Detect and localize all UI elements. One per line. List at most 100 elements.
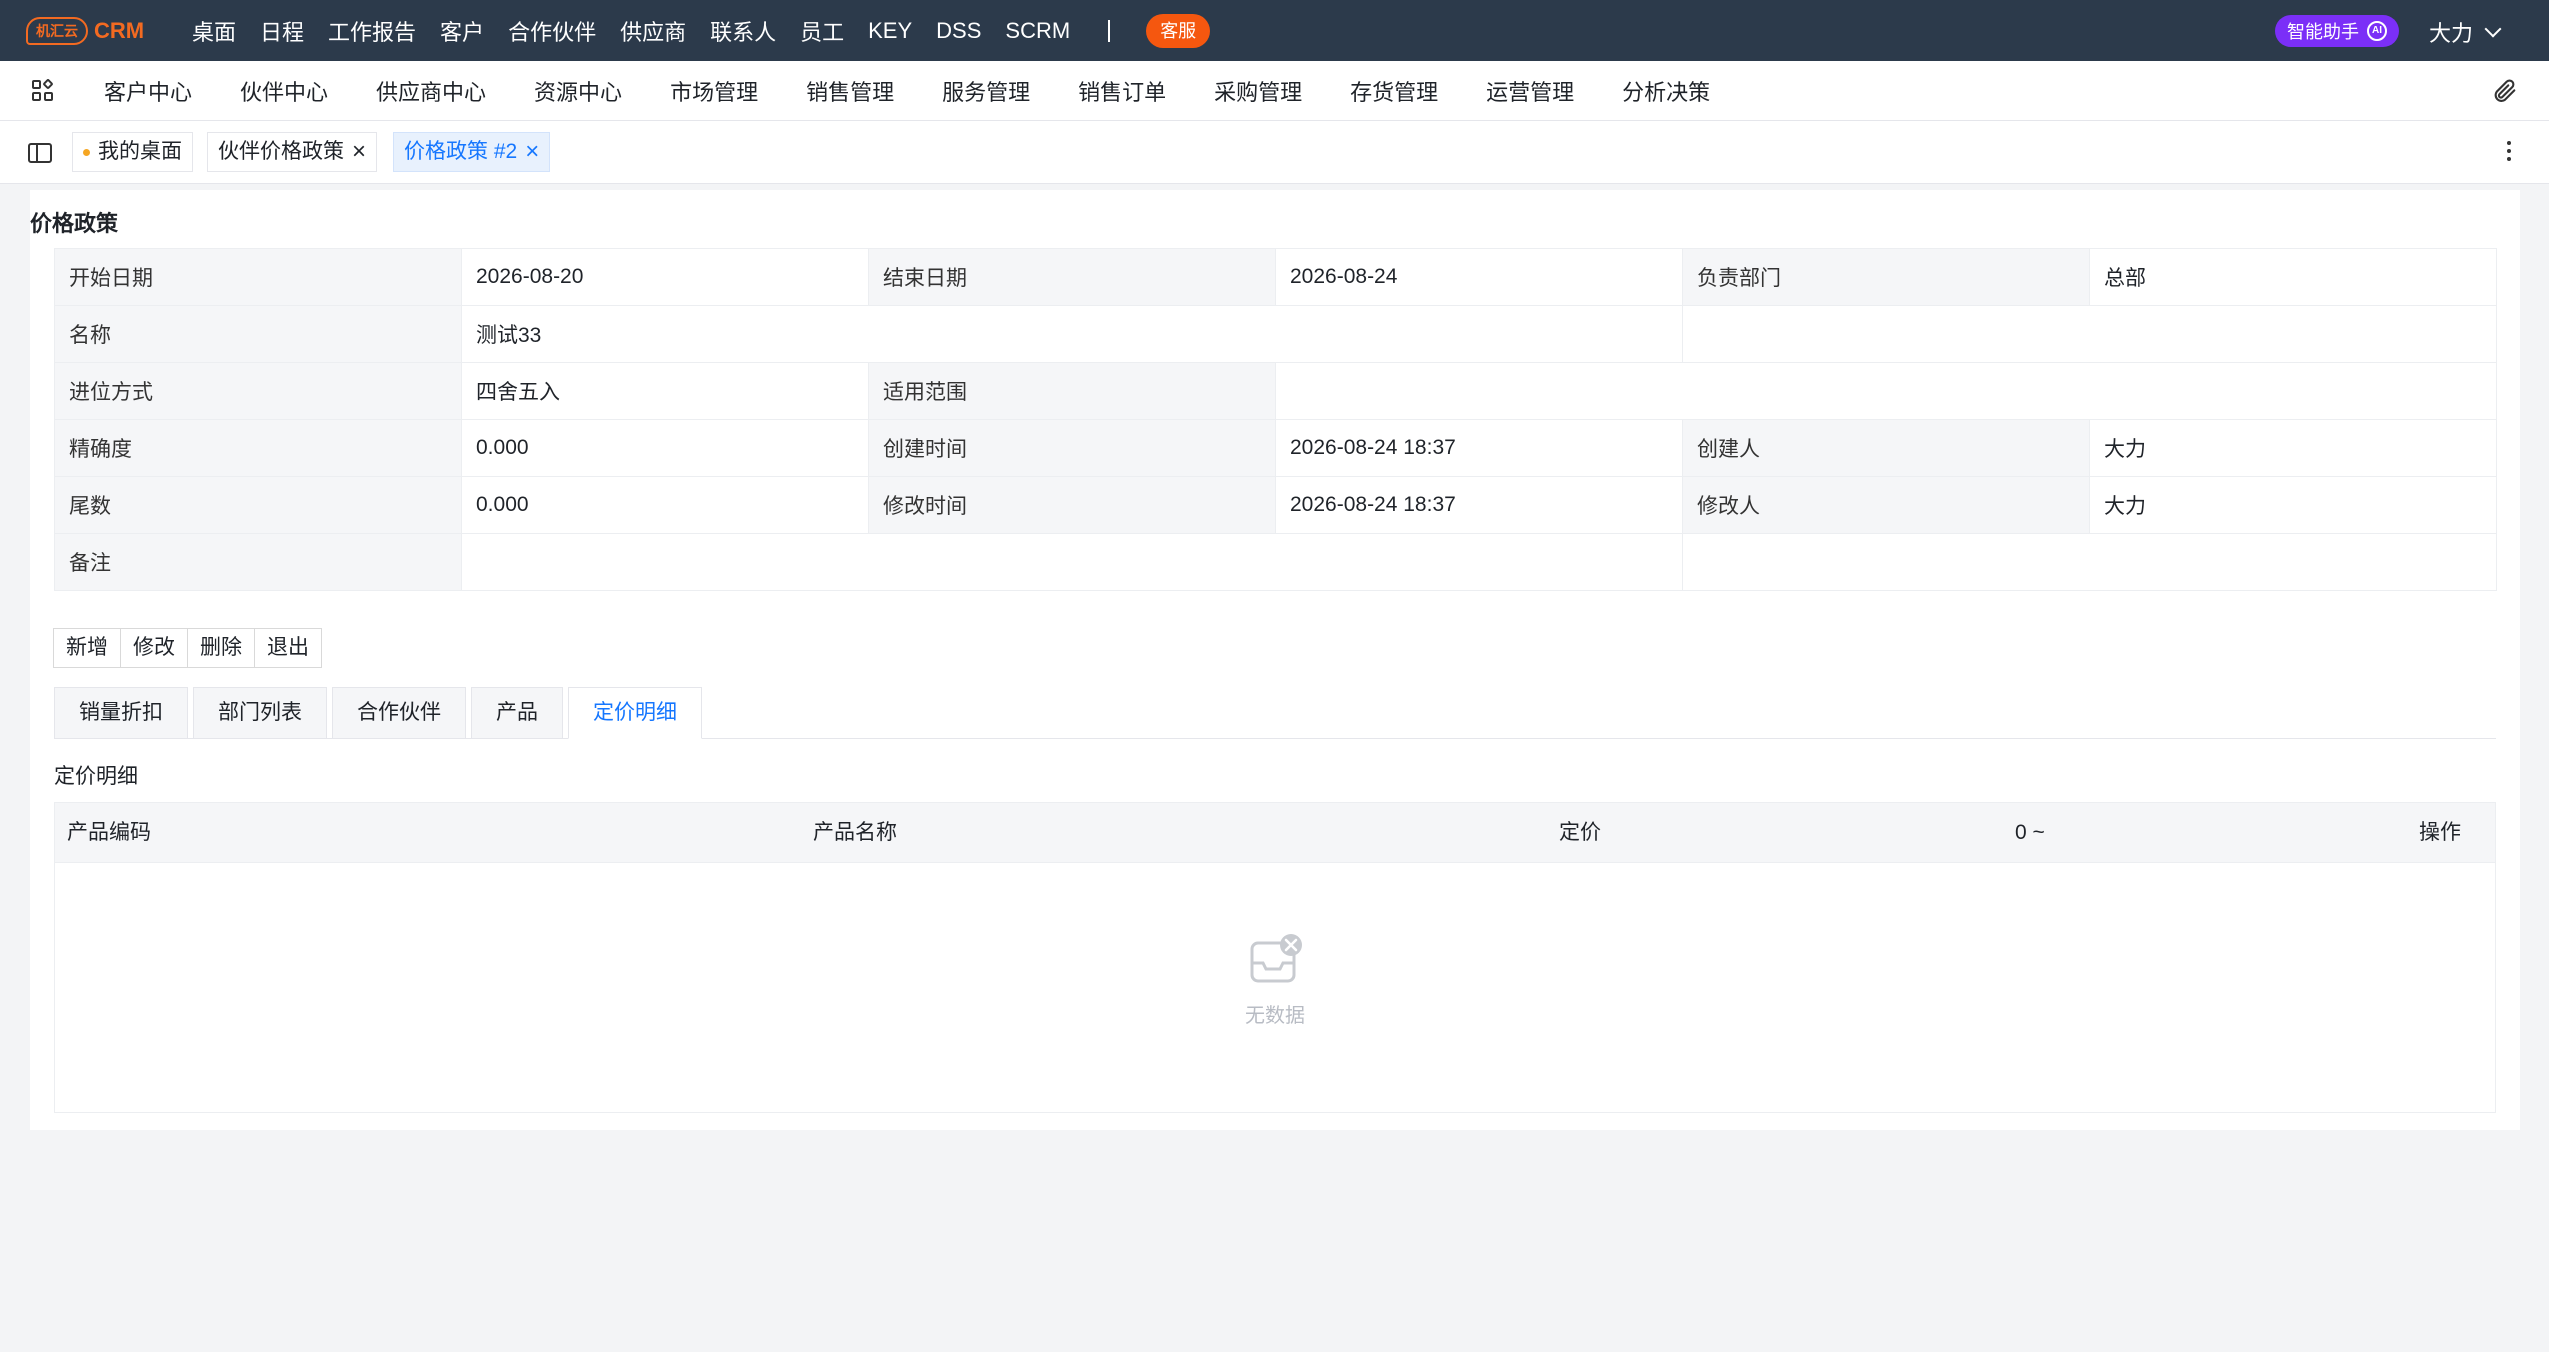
- tab-my-desktop[interactable]: 我的桌面: [72, 132, 193, 172]
- creator-label: 创建人: [1682, 419, 2090, 477]
- scope-value: [1275, 362, 2497, 420]
- tab-volume-discount[interactable]: 销量折扣: [54, 687, 188, 739]
- price-policy-info-table: 开始日期 2026-08-20 结束日期 2026-08-24 负责部门 总部 …: [54, 248, 2497, 591]
- pricing-detail-table: 产品编码 产品名称 定价 0 ~ 操作 无数据: [54, 802, 2496, 1113]
- app-logo[interactable]: 机汇云 CRM: [26, 16, 170, 45]
- tab-price-policy-2[interactable]: 价格政策 #2 ×: [393, 132, 551, 172]
- precision-label: 精确度: [54, 419, 462, 477]
- topnav-customer[interactable]: 客户: [440, 15, 484, 47]
- module-partner-center[interactable]: 伙伴中心: [240, 75, 328, 107]
- tab-bar: 我的桌面 伙伴价格政策 × 价格政策 #2 ×: [0, 121, 2549, 184]
- info-row: 精确度 0.000 创建时间 2026-08-24 18:37 创建人 大力: [54, 419, 2497, 477]
- paperclip-icon[interactable]: [2491, 77, 2519, 105]
- tab-department-list[interactable]: 部门列表: [193, 687, 327, 739]
- dept-label: 负责部门: [1682, 248, 2090, 306]
- created-time-value: 2026-08-24 18:37: [1275, 419, 1683, 477]
- remark-value: [461, 533, 1683, 591]
- empty-state: 无数据: [55, 863, 2495, 1113]
- modifier-value: 大力: [2089, 476, 2497, 534]
- topnav-supplier[interactable]: 供应商: [620, 15, 686, 47]
- module-supplier-center[interactable]: 供应商中心: [376, 75, 486, 107]
- topnav-contact[interactable]: 联系人: [710, 15, 776, 47]
- module-sales-order[interactable]: 销售订单: [1078, 75, 1166, 107]
- top-bar: 机汇云 CRM 桌面 日程 工作报告 客户 合作伙伴 供应商 联系人 员工 KE…: [0, 0, 2549, 61]
- scope-label: 适用范围: [868, 362, 1276, 420]
- topnav-employee[interactable]: 员工: [800, 15, 844, 47]
- info-row: 进位方式 四舍五入 适用范围: [54, 362, 2497, 420]
- rounding-value: 四舍五入: [461, 362, 869, 420]
- topnav-work-report[interactable]: 工作报告: [328, 15, 416, 47]
- precision-value: 0.000: [461, 419, 869, 477]
- column-header-range[interactable]: 0 ~: [2015, 803, 2045, 863]
- tab-dot-icon: [83, 148, 90, 156]
- exit-button[interactable]: 退出: [254, 628, 322, 668]
- tab-partners[interactable]: 合作伙伴: [332, 687, 466, 739]
- delete-button[interactable]: 删除: [187, 628, 255, 668]
- created-time-label: 创建时间: [868, 419, 1276, 477]
- topnav-schedule[interactable]: 日程: [260, 15, 304, 47]
- tab-partner-price-policy[interactable]: 伙伴价格政策 ×: [207, 132, 378, 172]
- module-bar: 客户中心 伙伴中心 供应商中心 资源中心 市场管理 销售管理 服务管理 销售订单…: [0, 61, 2549, 121]
- column-header-product-code[interactable]: 产品编码: [67, 803, 151, 863]
- tab-products[interactable]: 产品: [471, 687, 563, 739]
- close-icon[interactable]: ×: [525, 140, 539, 164]
- main-panel: 价格政策 开始日期 2026-08-20 结束日期 2026-08-24 负责部…: [30, 190, 2520, 1130]
- ai-icon: AI: [2367, 21, 2387, 41]
- detail-tabs: 销量折扣 部门列表 合作伙伴 产品 定价明细: [54, 687, 2496, 739]
- name-label: 名称: [54, 305, 462, 363]
- user-menu[interactable]: 大力: [2428, 16, 2502, 48]
- info-row: 名称 测试33: [54, 305, 2497, 363]
- chevron-down-icon: [2484, 20, 2502, 38]
- ai-assistant-button[interactable]: 智能助手 AI: [2275, 15, 2399, 47]
- table-header: 产品编码 产品名称 定价 0 ~ 操作: [55, 803, 2495, 863]
- module-purchase[interactable]: 采购管理: [1214, 75, 1302, 107]
- tail-value: 0.000: [461, 476, 869, 534]
- column-header-operation[interactable]: 操作: [2419, 803, 2461, 863]
- section-title: 定价明细: [54, 765, 138, 788]
- logo-text: CRM: [94, 17, 145, 43]
- module-service[interactable]: 服务管理: [942, 75, 1030, 107]
- module-marketing[interactable]: 市场管理: [670, 75, 758, 107]
- modifier-label: 修改人: [1682, 476, 2090, 534]
- edit-button[interactable]: 修改: [120, 628, 188, 668]
- module-resource-center[interactable]: 资源中心: [534, 75, 622, 107]
- dept-value: 总部: [2089, 248, 2497, 306]
- ai-assistant-label: 智能助手: [2287, 22, 2359, 42]
- modified-time-value: 2026-08-24 18:37: [1275, 476, 1683, 534]
- module-operations[interactable]: 运营管理: [1486, 75, 1574, 107]
- logo-badge: 机汇云: [26, 16, 88, 45]
- start-date-value: 2026-08-20: [461, 248, 869, 306]
- column-header-product-name[interactable]: 产品名称: [813, 803, 897, 863]
- module-sales[interactable]: 销售管理: [806, 75, 894, 107]
- module-nav: 客户中心 伙伴中心 供应商中心 资源中心 市场管理 销售管理 服务管理 销售订单…: [104, 61, 1758, 121]
- no-data-icon: [1250, 934, 1302, 983]
- close-icon[interactable]: ×: [352, 140, 366, 164]
- more-options-icon[interactable]: [2507, 139, 2513, 165]
- tab-label: 我的桌面: [98, 140, 182, 163]
- creator-value: 大力: [2089, 419, 2497, 477]
- module-analytics[interactable]: 分析决策: [1622, 75, 1710, 107]
- tab-label: 伙伴价格政策: [218, 140, 344, 163]
- sidebar-toggle-icon[interactable]: [28, 143, 52, 163]
- module-inventory[interactable]: 存货管理: [1350, 75, 1438, 107]
- name-value: 测试33: [461, 305, 1683, 363]
- topnav-scrm[interactable]: SCRM: [1005, 18, 1070, 44]
- start-date-label: 开始日期: [54, 248, 462, 306]
- user-name: 大力: [2428, 21, 2473, 46]
- end-date-value: 2026-08-24: [1275, 248, 1683, 306]
- rounding-label: 进位方式: [54, 362, 462, 420]
- topnav-key[interactable]: KEY: [868, 18, 912, 44]
- add-button[interactable]: 新增: [53, 628, 121, 668]
- page-title: 价格政策: [30, 211, 119, 236]
- empty-text: 无数据: [1245, 1005, 1305, 1027]
- top-nav: 桌面 日程 工作报告 客户 合作伙伴 供应商 联系人 员工 KEY DSS SC…: [192, 13, 1211, 48]
- customer-service-button[interactable]: 客服: [1146, 13, 1211, 48]
- action-buttons: 新增 修改 删除 退出: [53, 628, 322, 668]
- app-grid-icon[interactable]: [32, 78, 54, 102]
- topnav-dss[interactable]: DSS: [936, 18, 981, 44]
- topnav-desktop[interactable]: 桌面: [192, 15, 236, 47]
- tab-pricing-detail[interactable]: 定价明细: [568, 687, 702, 739]
- column-header-price[interactable]: 定价: [1559, 803, 1601, 863]
- topnav-partner[interactable]: 合作伙伴: [508, 15, 596, 47]
- module-customer-center[interactable]: 客户中心: [104, 75, 192, 107]
